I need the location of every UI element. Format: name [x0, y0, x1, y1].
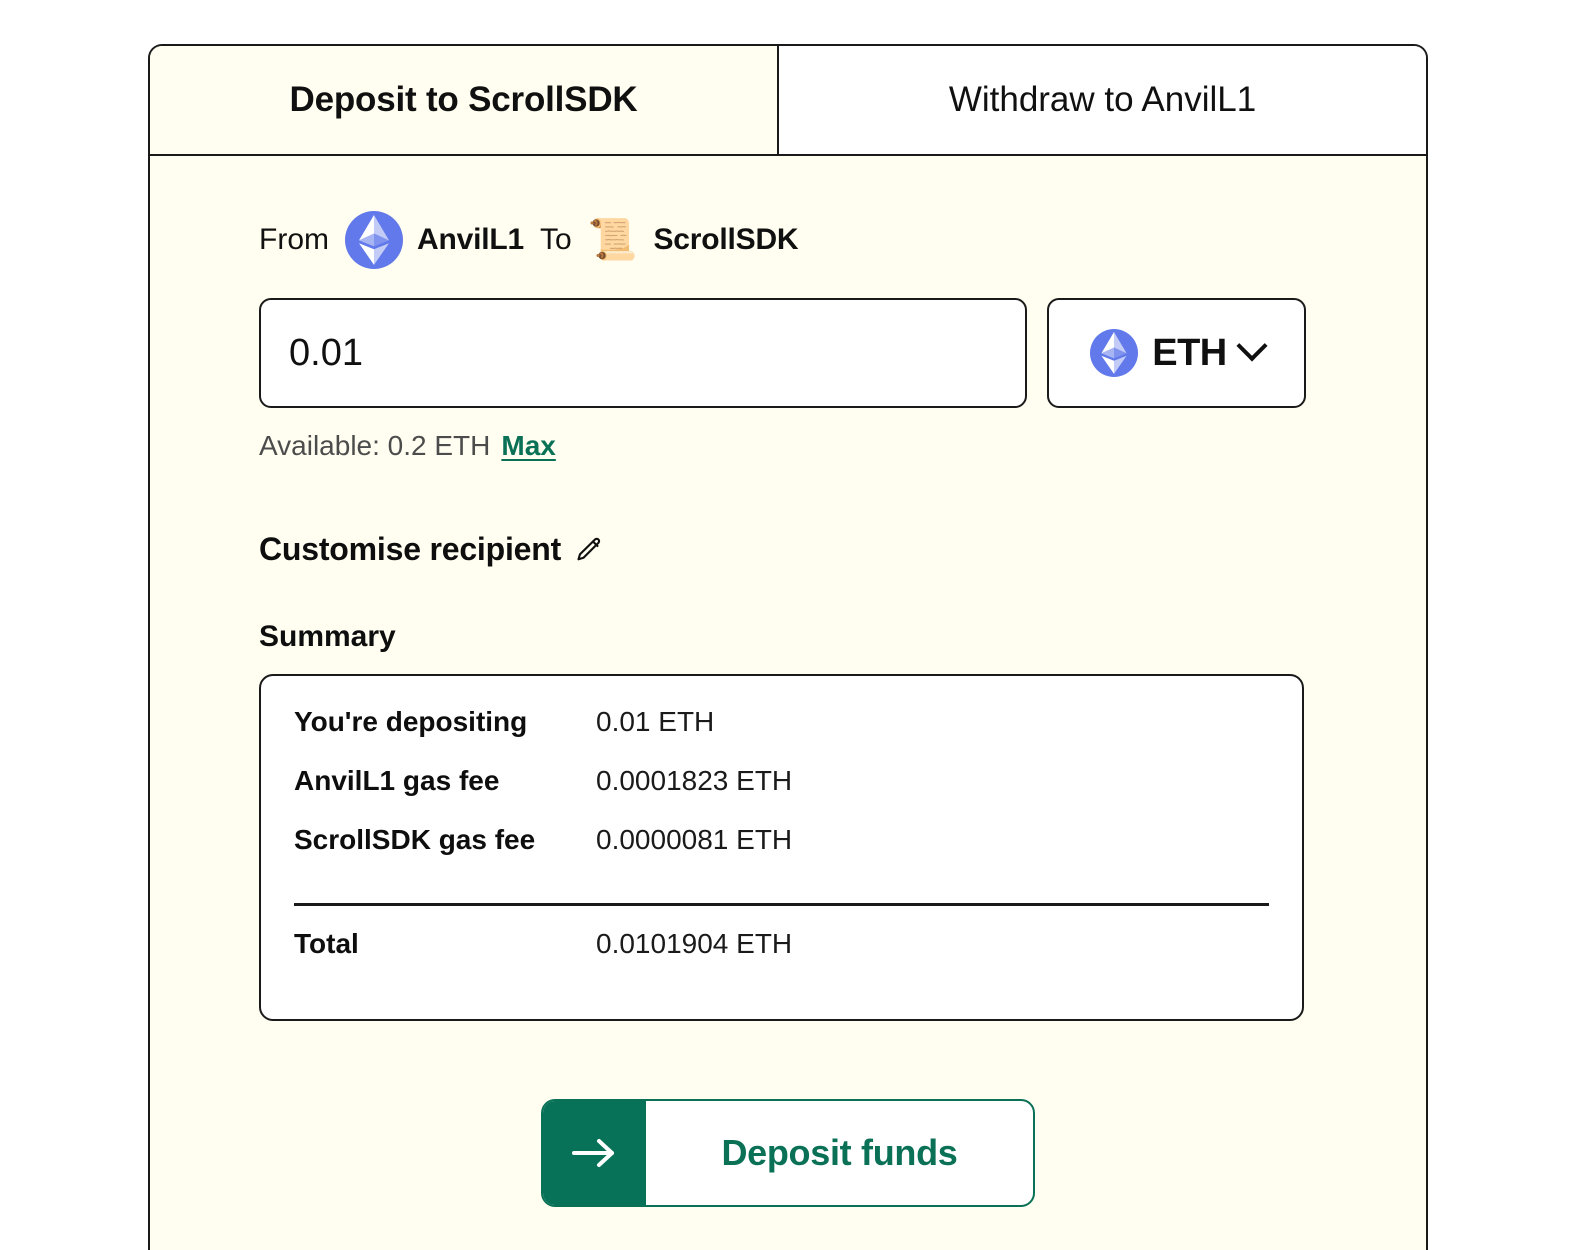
deposit-funds-label: Deposit funds: [721, 1132, 958, 1173]
from-label: From: [259, 223, 329, 256]
to-label: To: [539, 223, 572, 256]
balance-row: Available: 0.2 ETH Max: [259, 430, 1426, 462]
page-root: Deposit to ScrollSDK Withdraw to AnvilL1…: [0, 0, 1588, 1250]
tab-deposit-label: Deposit to ScrollSDK: [289, 80, 638, 119]
ethereum-icon: [345, 211, 403, 269]
customise-recipient-button[interactable]: Customise recipient: [259, 531, 604, 568]
action-row: Deposit funds: [150, 1099, 1426, 1207]
summary-total-row: Total 0.0101904 ETH: [294, 928, 1269, 987]
tab-deposit[interactable]: Deposit to ScrollSDK: [150, 46, 779, 154]
ethereum-icon: [1090, 329, 1139, 377]
bridge-card: Deposit to ScrollSDK Withdraw to AnvilL1…: [148, 44, 1428, 1250]
summary-row-key: ScrollSDK gas fee: [294, 824, 536, 855]
deposit-funds-button[interactable]: Deposit funds: [541, 1099, 1035, 1207]
amount-row: 0.01 ETH: [259, 298, 1426, 408]
tab-withdraw[interactable]: Withdraw to AnvilL1: [779, 46, 1426, 154]
summary-row-value: 0.0001823 ETH: [596, 765, 793, 796]
available-balance-label: Available: 0.2 ETH: [259, 430, 491, 461]
scroll-emoji-icon: 📜: [587, 218, 638, 262]
card-body: From AnvilL1 To 📜 ScrollSDK 0.01 ETH Ava…: [150, 156, 1426, 1207]
from-chain-name: AnvilL1: [417, 223, 524, 256]
summary-row: You're depositing 0.01 ETH: [294, 706, 1269, 765]
max-button[interactable]: Max: [501, 430, 555, 462]
summary-box: You're depositing 0.01 ETH AnvilL1 gas f…: [259, 674, 1304, 1021]
summary-row-value: 0.0000081 ETH: [596, 824, 793, 855]
route-row: From AnvilL1 To 📜 ScrollSDK: [259, 211, 1426, 269]
to-chain-name: ScrollSDK: [653, 223, 799, 256]
summary-row-key: You're depositing: [294, 706, 528, 737]
token-select[interactable]: ETH: [1047, 298, 1306, 408]
tab-bar: Deposit to ScrollSDK Withdraw to AnvilL1: [150, 46, 1426, 156]
summary-total-key: Total: [294, 928, 359, 959]
summary-row-value: 0.01 ETH: [596, 706, 715, 737]
amount-input[interactable]: 0.01: [259, 298, 1027, 408]
summary-row: AnvilL1 gas fee 0.0001823 ETH: [294, 765, 1269, 824]
customise-recipient-label: Customise recipient: [259, 531, 562, 567]
token-symbol: ETH: [1152, 331, 1227, 374]
tab-withdraw-label: Withdraw to AnvilL1: [948, 80, 1257, 119]
amount-input-value: 0.01: [289, 331, 363, 374]
chevron-down-icon: [1236, 330, 1268, 362]
arrow-right-icon: [543, 1101, 646, 1205]
summary-divider: [294, 903, 1269, 906]
pencil-icon: [574, 535, 604, 565]
summary-row: ScrollSDK gas fee 0.0000081 ETH: [294, 824, 1269, 883]
summary-row-key: AnvilL1 gas fee: [294, 765, 500, 796]
summary-total-value: 0.0101904 ETH: [596, 928, 793, 959]
summary-title: Summary: [259, 620, 396, 653]
